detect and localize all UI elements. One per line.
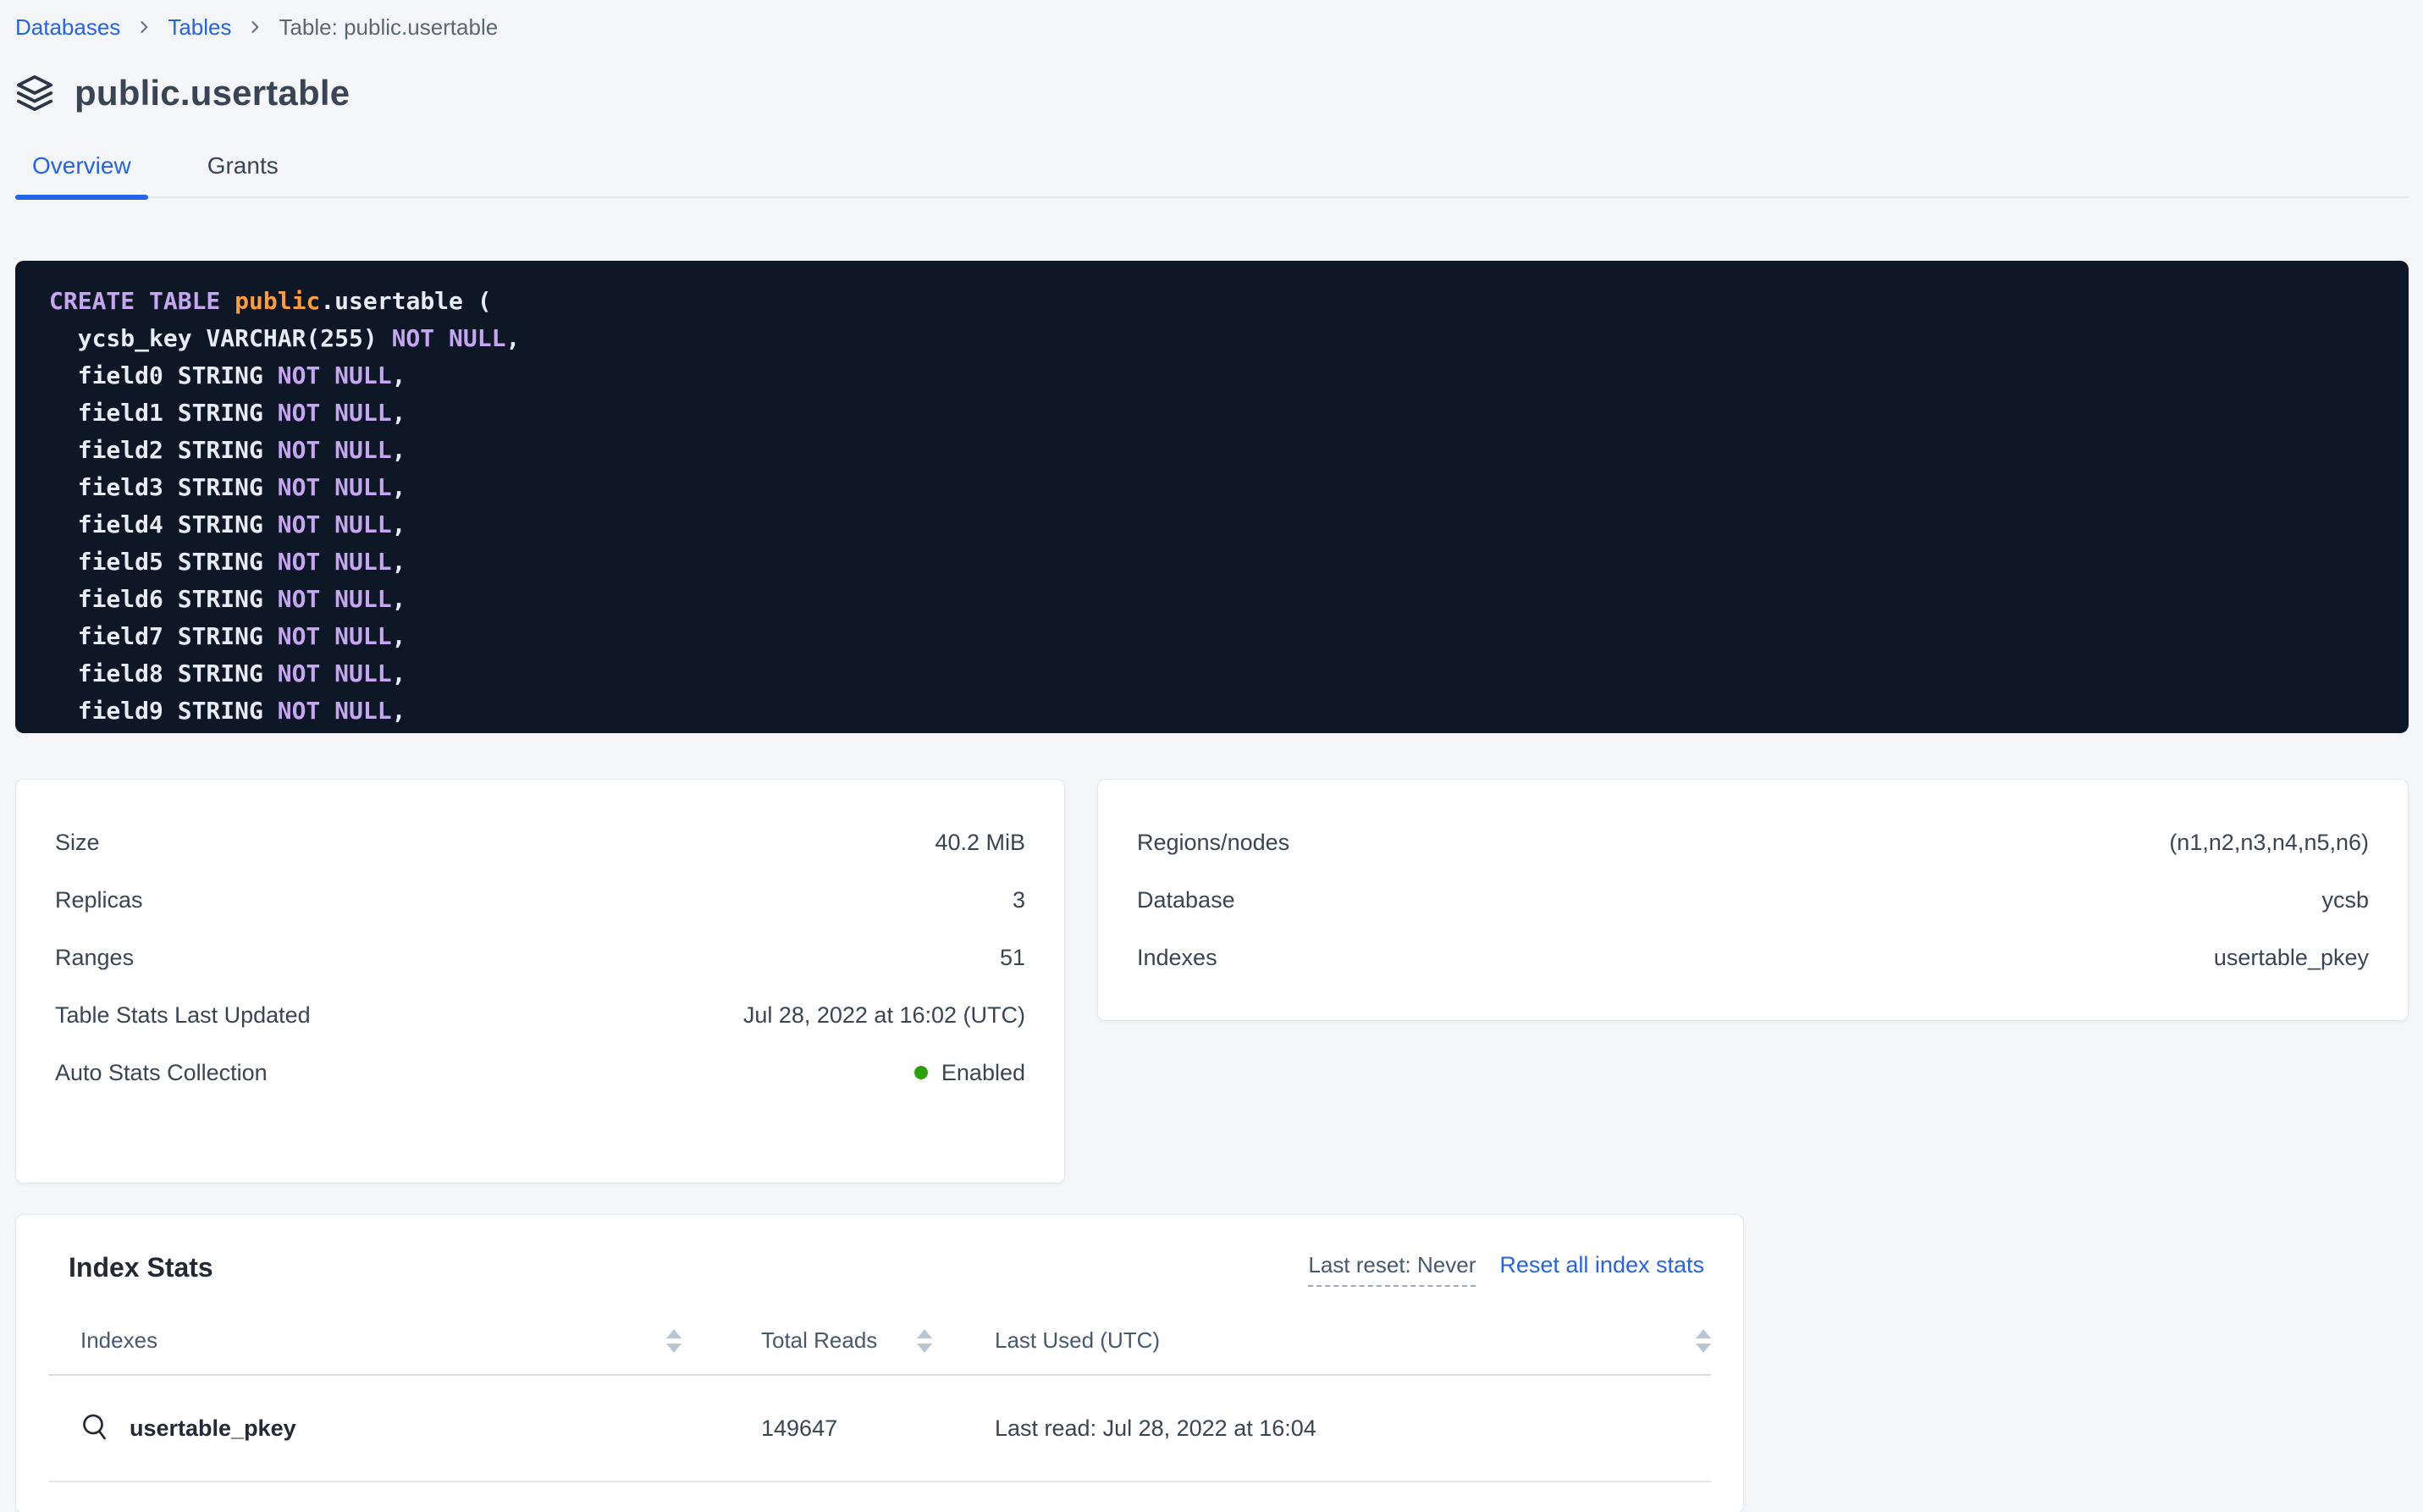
sort-ascending-icon — [666, 1329, 682, 1338]
create-statement-sql: CREATE TABLE public.usertable ( ycsb_key… — [49, 283, 2375, 730]
breadcrumb-link-tables[interactable]: Tables — [168, 14, 231, 41]
enabled-status-dot — [914, 1066, 928, 1079]
breadcrumb-link-databases[interactable]: Databases — [15, 14, 120, 41]
stat-value: usertable_pkey — [2214, 945, 2369, 971]
sql-line: field4 STRING NOT NULL, — [49, 506, 2375, 544]
summary-stat-row: Table Stats Last Updated Jul 28, 2022 at … — [55, 986, 1025, 1044]
stat-value: Jul 28, 2022 at 16:02 (UTC) — [743, 1002, 1025, 1029]
summary-stat-row: Ranges 51 — [55, 929, 1025, 986]
stat-value: 51 — [1000, 945, 1025, 971]
breadcrumb-chevron-icon — [246, 19, 263, 36]
sql-line: ycsb_key VARCHAR(255) NOT NULL, — [49, 320, 2375, 357]
sql-line: field7 STRING NOT NULL, — [49, 618, 2375, 655]
column-header-last-used[interactable]: Last Used (UTC) — [956, 1327, 1672, 1354]
sort-descending-icon — [1696, 1344, 1711, 1353]
sql-line: CREATE TABLE public.usertable ( — [49, 283, 2375, 320]
sql-line: field9 STRING NOT NULL, — [49, 693, 2375, 730]
sort-ascending-icon — [917, 1329, 932, 1338]
sql-line: field2 STRING NOT NULL, — [49, 432, 2375, 469]
search-icon — [80, 1413, 111, 1443]
page-title-row: public.usertable — [15, 71, 2409, 115]
last-used-cell: Last read: Jul 28, 2022 at 16:04 — [956, 1415, 1672, 1442]
stat-label: Auto Stats Collection — [55, 1060, 268, 1086]
stat-label: Database — [1137, 887, 1235, 913]
index-table-row: usertable_pkey 149647 Last read: Jul 28, 2… — [48, 1376, 1711, 1482]
sql-line: field8 STRING NOT NULL, — [49, 655, 2375, 693]
stat-label: Replicas — [55, 887, 143, 913]
last-reset-text[interactable]: Last reset: Never — [1308, 1252, 1476, 1287]
stat-value: 40.2 MiB — [935, 830, 1025, 856]
summary-stat-row: Database ycsb — [1137, 871, 2369, 929]
sort-descending-icon — [917, 1344, 932, 1353]
stat-label: Size — [55, 830, 100, 856]
sort-ascending-icon — [1696, 1329, 1711, 1338]
tab-grants[interactable]: Grants — [190, 139, 295, 196]
tab-bar: Overview Grants — [15, 139, 2409, 198]
sort-control[interactable] — [1672, 1329, 1711, 1353]
sql-line: field6 STRING NOT NULL, — [49, 581, 2375, 618]
summary-stat-row: Auto Stats Collection Enabled — [55, 1044, 1025, 1101]
index-stats-card: Index Stats Last reset: Never Reset all … — [15, 1214, 1744, 1512]
index-stats-header: Index Stats Last reset: Never Reset all … — [48, 1252, 1711, 1287]
index-table-body: usertable_pkey 149647 Last read: Jul 28, 2… — [48, 1376, 1711, 1482]
stat-value: (n1,n2,n3,n4,n5,n6) — [2169, 830, 2369, 856]
tab-overview[interactable]: Overview — [15, 139, 148, 196]
table-meta-card: Regions/nodes (n1,n2,n3,n4,n5,n6) Database… — [1097, 779, 2409, 1021]
summary-stat-row: Replicas 3 — [55, 871, 1025, 929]
sort-control[interactable] — [917, 1329, 956, 1353]
table-stats-card: Size 40.2 MiB Replicas 3 Ranges 51 Table Stats… — [15, 779, 1065, 1184]
index-name-cell: usertable_pkey — [48, 1413, 666, 1443]
table-details-page: Databases Tables Table: public.usertable p… — [0, 0, 2423, 1512]
sort-descending-icon — [666, 1344, 682, 1353]
summary-stat-row: Size 40.2 MiB — [55, 814, 1025, 871]
summary-stat-row: Regions/nodes (n1,n2,n3,n4,n5,n6) — [1137, 814, 2369, 871]
summary-stat-row: Indexes usertable_pkey — [1137, 929, 2369, 986]
breadcrumb-chevron-icon — [135, 19, 152, 36]
total-reads-cell: 149647 — [705, 1415, 917, 1442]
stat-label: Ranges — [55, 945, 134, 971]
sql-line: field3 STRING NOT NULL, — [49, 469, 2375, 506]
table-stack-icon — [15, 74, 54, 113]
column-header-indexes[interactable]: Indexes — [48, 1327, 666, 1354]
stat-value: 3 — [1013, 887, 1025, 913]
sort-toggle-icon[interactable] — [917, 1329, 932, 1353]
stat-label: Indexes — [1137, 945, 1217, 971]
breadcrumb: Databases Tables Table: public.usertable — [15, 12, 2409, 42]
sort-toggle-icon[interactable] — [1696, 1329, 1711, 1353]
index-stats-actions: Last reset: Never Reset all index stats — [1308, 1252, 1704, 1287]
index-stats-heading: Index Stats — [69, 1252, 213, 1283]
sql-line: field5 STRING NOT NULL, — [49, 544, 2375, 581]
column-header-total-reads[interactable]: Total Reads — [705, 1327, 917, 1354]
sort-control[interactable] — [666, 1329, 705, 1353]
sql-line: field1 STRING NOT NULL, — [49, 395, 2375, 432]
sql-line: field0 STRING NOT NULL, — [49, 357, 2375, 395]
create-statement-box: CREATE TABLE public.usertable ( ycsb_key… — [15, 261, 2409, 733]
page-title: public.usertable — [75, 73, 350, 113]
sort-toggle-icon[interactable] — [666, 1329, 682, 1353]
index-table-header: Indexes Total Reads Last Used (UTC) — [48, 1327, 1711, 1376]
breadcrumb-current: Table: public.usertable — [279, 14, 498, 41]
stat-value: ycsb — [2321, 887, 2369, 913]
stat-label: Regions/nodes — [1137, 830, 1289, 856]
reset-all-index-stats-link[interactable]: Reset all index stats — [1499, 1252, 1704, 1278]
stat-value: Enabled — [914, 1060, 1025, 1086]
summary-cards-row: Size 40.2 MiB Replicas 3 Ranges 51 Table Stats… — [15, 779, 2409, 1184]
index-name-link[interactable]: usertable_pkey — [130, 1415, 296, 1442]
stat-label: Table Stats Last Updated — [55, 1002, 311, 1029]
